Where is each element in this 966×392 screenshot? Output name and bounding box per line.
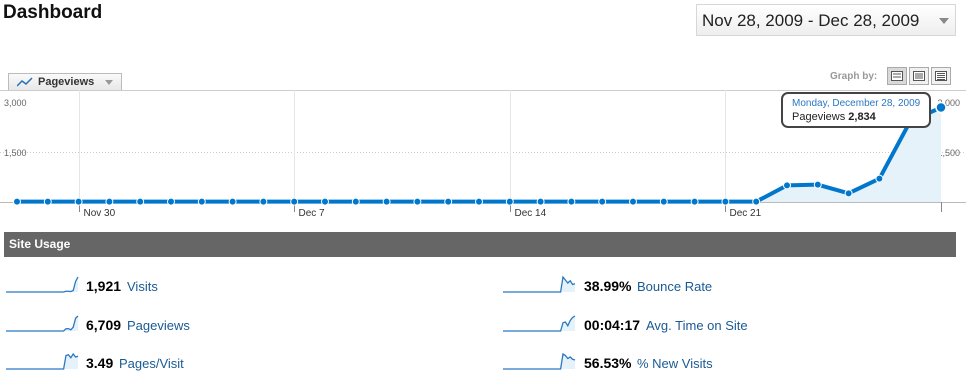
- sparkline: [503, 275, 576, 293]
- data-point: [752, 197, 761, 206]
- data-point: [721, 197, 730, 206]
- y-tick-label-left: 3,000: [4, 98, 27, 108]
- sparkline: [6, 315, 79, 332]
- stat-link[interactable]: % New Visits: [637, 356, 713, 371]
- sparkline-fill: [6, 277, 78, 292]
- data-point: [659, 197, 668, 206]
- data-point: [351, 197, 360, 206]
- stat-avg-time-on-site: 00:04:17 Avg. Time on Site: [502, 313, 922, 335]
- data-point: [629, 197, 637, 206]
- site-usage-title: Site Usage: [9, 237, 71, 251]
- stat-link[interactable]: Pageviews: [127, 318, 190, 333]
- page-title: Dashboard: [3, 2, 103, 23]
- data-point: [844, 189, 853, 198]
- data-point: [536, 197, 545, 206]
- sparkline: [6, 352, 79, 370]
- tooltip-value: Pageviews 2,834: [792, 111, 877, 123]
- stat-visits: 1,921 Visits: [5, 274, 425, 296]
- stat-pageviews: 6,709 Pageviews: [5, 313, 425, 335]
- data-point: [935, 101, 947, 114]
- data-point: [321, 197, 329, 206]
- stat-link[interactable]: Avg. Time on Site: [646, 318, 748, 333]
- pageviews-chart[interactable]: Nov 30 Dec 7 Dec 14 Dec 21 3,000 3,000 1,500 1,…: [0, 90, 966, 219]
- x-tick-label: Dec 7: [299, 208, 326, 218]
- sparkline-line: [6, 315, 79, 332]
- stat-link[interactable]: Pages/Visit: [119, 356, 184, 371]
- date-range-text: Nov 28, 2009 - Dec 28, 2009: [702, 11, 920, 30]
- data-point: [783, 181, 791, 190]
- stat-value: 00:04:17: [584, 317, 641, 333]
- dropdown-arrow-icon: [105, 80, 113, 85]
- sparkline: [503, 352, 576, 370]
- data-point: [505, 197, 514, 206]
- data-point: [813, 180, 822, 189]
- date-range-picker[interactable]: Nov 28, 2009 - Dec 28, 2009: [696, 4, 956, 36]
- metric-selector-label: Pageviews: [38, 76, 95, 88]
- data-point: [197, 197, 206, 206]
- data-point: [413, 197, 422, 206]
- data-point: [43, 197, 52, 206]
- data-point: [228, 197, 237, 206]
- graph-by-day-button[interactable]: [887, 67, 907, 85]
- data-point: [382, 197, 391, 206]
- data-point: [167, 197, 175, 206]
- data-point: [567, 197, 576, 206]
- data-point: [74, 197, 83, 206]
- stat-value: 56.53%: [584, 355, 632, 371]
- x-tick-label: Nov 30: [84, 208, 116, 218]
- data-point: [475, 197, 483, 206]
- stat-link[interactable]: Bounce Rate: [637, 279, 712, 294]
- line-chart-icon: [17, 77, 33, 87]
- stat-bounce-rate: 38.99% Bounce Rate: [502, 274, 922, 296]
- pageviews-chart-svg[interactable]: Nov 30 Dec 7 Dec 14 Dec 213,000 3,0001,500 1,…: [0, 90, 966, 219]
- data-point: [13, 197, 21, 206]
- day-view-icon: [891, 71, 903, 81]
- stat-link[interactable]: Visits: [127, 279, 158, 294]
- graph-by-label: Graph by:: [830, 71, 878, 82]
- tooltip-date: Monday, December 28, 2009: [792, 98, 921, 109]
- data-point: [598, 197, 607, 206]
- sparkline-fill: [6, 354, 78, 369]
- graph-by-week-button[interactable]: [909, 67, 929, 85]
- data-point: [259, 197, 268, 206]
- metric-selector[interactable]: Pageviews: [8, 73, 122, 91]
- sparkline: [6, 276, 79, 293]
- stat-value: 6,709: [86, 317, 122, 333]
- data-point: [136, 197, 145, 206]
- data-point: [444, 197, 453, 206]
- data-point: [875, 174, 884, 183]
- stat-new-visits: 56.53% % New Visits: [502, 351, 922, 373]
- sparkline-line: [6, 276, 79, 293]
- sparkline: [503, 315, 576, 332]
- chevron-down-icon: [939, 18, 949, 24]
- data-point: [105, 197, 114, 206]
- graph-by-month-button[interactable]: [931, 67, 951, 85]
- sparkline-fill: [503, 354, 575, 369]
- stat-value: 1,921: [86, 278, 122, 294]
- sparkline-fill: [503, 316, 575, 331]
- data-point: [690, 197, 699, 206]
- stat-value: 3.49: [86, 355, 114, 371]
- stat-value: 38.99%: [584, 278, 632, 294]
- stat-pages-visit: 3.49 Pages/Visit: [5, 351, 425, 373]
- site-usage-header: Site Usage: [4, 232, 956, 257]
- x-tick-label: Dec 21: [730, 208, 762, 218]
- y-tick-label-left: 1,500: [4, 148, 27, 158]
- x-tick-label: Dec 14: [515, 208, 547, 218]
- data-point: [290, 197, 299, 206]
- month-view-icon: [935, 71, 947, 81]
- week-view-icon: [913, 71, 925, 81]
